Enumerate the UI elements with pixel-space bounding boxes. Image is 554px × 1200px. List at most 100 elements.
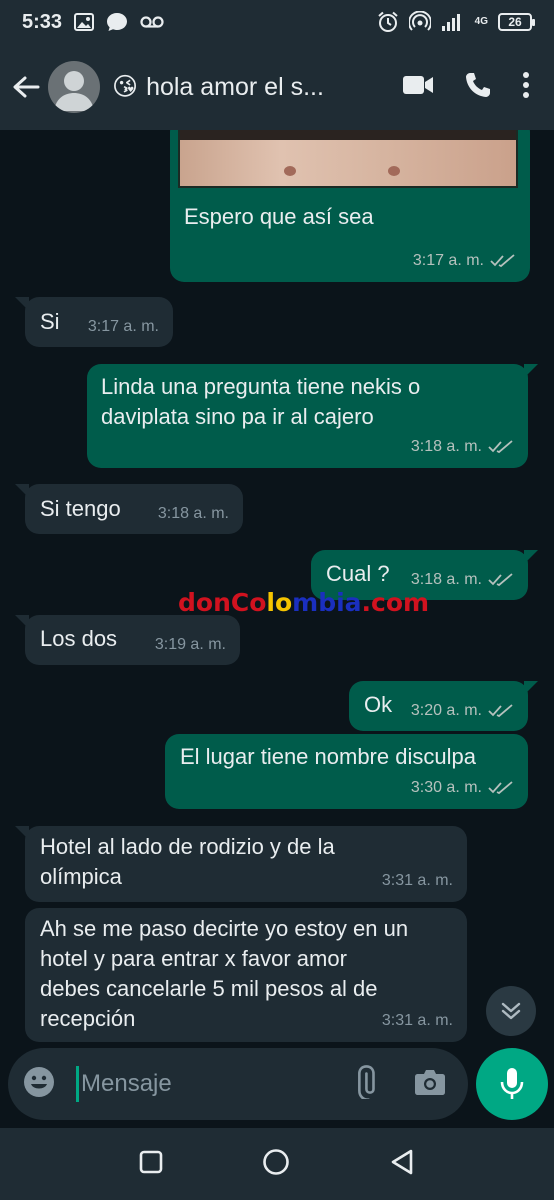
message-incoming[interactable]: Ah se me paso decirte yo estoy en un hot… — [25, 908, 467, 1042]
message-incoming[interactable]: Si 3:17 a. m. — [15, 297, 173, 347]
message-text: Ok — [364, 692, 393, 717]
message-text: Espero que así sea — [184, 204, 374, 229]
watermark: donColombia.com — [178, 588, 429, 617]
message-time: 3:17 a. m. — [412, 252, 484, 269]
message-text: Los dos — [40, 626, 118, 651]
scroll-to-bottom-button[interactable] — [486, 986, 536, 1036]
double-check-icon — [488, 704, 513, 718]
emoji-icon — [24, 1066, 54, 1097]
chat-notification-icon — [106, 12, 128, 32]
emoji-button[interactable] — [22, 1065, 56, 1104]
video-call-button[interactable] — [402, 74, 434, 101]
hotspot-icon — [408, 11, 431, 33]
double-check-icon — [488, 440, 513, 454]
status-bar: 5:33 4G 26 — [0, 0, 554, 44]
message-text: El lugar tiene nombre disculpa — [180, 744, 476, 769]
home-button[interactable] — [262, 1148, 290, 1181]
message-text-line: olímpica — [40, 864, 122, 889]
paperclip-icon — [358, 1064, 375, 1101]
message-incoming[interactable]: Hotel al lado de rodizio y de la olímpic… — [15, 826, 467, 902]
circle-icon — [263, 1148, 289, 1175]
message-meta: 3:31 a. m. — [382, 866, 453, 896]
triangle-back-icon — [391, 1149, 412, 1174]
double-check-icon — [490, 254, 515, 268]
message-text-line: recepción — [40, 1006, 136, 1031]
message-time: 3:30 a. m. — [410, 779, 482, 796]
chat-header: 😘 hola amor el s... — [0, 44, 554, 130]
message-text-line: Linda una pregunta tiene nekis o — [101, 374, 421, 399]
signal-icon — [441, 12, 465, 32]
message-meta: 3:18 a. m. — [158, 499, 229, 529]
back-button[interactable] — [10, 67, 42, 107]
system-navigation-bar — [0, 1128, 554, 1200]
battery-level: 26 — [508, 15, 522, 29]
image-attachment[interactable] — [178, 130, 518, 188]
title-emoji: 😘 — [112, 73, 139, 101]
message-text: Si tengo — [40, 496, 121, 521]
watermark-part: .com — [361, 588, 430, 617]
message-outgoing[interactable]: Ok 3:20 a. m. — [349, 681, 538, 731]
phone-icon — [466, 72, 490, 97]
voicemail-icon — [140, 15, 164, 29]
voice-message-button[interactable] — [476, 1048, 548, 1120]
text-caret — [76, 1066, 79, 1102]
message-time: 3:20 a. m. — [410, 702, 482, 719]
watermark-part: mbia — [292, 588, 362, 617]
watermark-part: lo — [266, 588, 293, 617]
avatar[interactable] — [48, 61, 100, 113]
message-text-line: daviplata sino pa ir al cajero — [101, 404, 374, 429]
message-time: 3:19 a. m. — [154, 636, 226, 653]
message-incoming[interactable]: Si tengo 3:18 a. m. — [15, 484, 243, 534]
message-incoming[interactable]: Los dos 3:19 a. m. — [15, 615, 240, 665]
message-text-line: hotel y para entrar x favor amor — [40, 946, 347, 971]
message-text: Cual ? — [326, 561, 390, 586]
message-time: 3:17 a. m. — [87, 318, 159, 335]
message-list[interactable]: Espero que así sea 3:17 a. m. Si 3:17 a.… — [0, 130, 554, 1042]
message-meta: 3:30 a. m. — [411, 773, 514, 803]
message-meta: 3:17 a. m. — [88, 312, 159, 342]
camera-button[interactable] — [414, 1068, 446, 1101]
more-vertical-icon — [523, 71, 529, 98]
message-composer: Mensaje — [8, 1048, 468, 1120]
message-meta: 3:31 a. m. — [382, 1006, 453, 1036]
video-camera-icon — [403, 75, 433, 94]
more-options-button[interactable] — [522, 71, 530, 104]
square-icon — [140, 1150, 163, 1173]
message-meta: 3:18 a. m. — [411, 432, 514, 462]
recent-apps-button[interactable] — [139, 1150, 163, 1179]
double-chevron-down-icon — [501, 1002, 521, 1020]
system-back-button[interactable] — [389, 1148, 415, 1181]
alarm-icon — [377, 11, 399, 33]
arrow-left-icon — [13, 76, 40, 98]
voice-call-button[interactable] — [464, 71, 492, 104]
message-text-line: debes cancelarle 5 mil pesos al de — [40, 976, 378, 1001]
attach-button[interactable] — [348, 1064, 382, 1104]
message-time: 3:31 a. m. — [381, 872, 453, 889]
double-check-icon — [488, 781, 513, 795]
camera-icon — [415, 1069, 445, 1095]
message-text-line: Hotel al lado de rodizio y de la — [40, 834, 335, 859]
battery-icon: 26 — [498, 13, 535, 31]
status-time: 5:33 — [22, 10, 63, 33]
watermark-part: donCo — [178, 588, 267, 617]
message-text-line: Ah se me paso decirte yo estoy en un — [40, 916, 409, 941]
message-input[interactable]: Mensaje — [76, 1066, 348, 1102]
microphone-icon — [500, 1068, 524, 1099]
message-meta: 3:19 a. m. — [155, 630, 226, 660]
message-time: 3:18 a. m. — [410, 438, 482, 455]
message-meta: 3:17 a. m. — [413, 246, 516, 276]
contact-name: hola amor el s... — [146, 72, 324, 101]
message-placeholder: Mensaje — [81, 1070, 172, 1097]
message-outgoing[interactable]: Espero que así sea 3:17 a. m. — [170, 130, 530, 282]
gallery-notification-icon — [74, 13, 95, 31]
double-check-icon — [488, 573, 513, 587]
chat-title[interactable]: 😘 hola amor el s... — [112, 72, 352, 102]
message-time: 3:31 a. m. — [381, 1012, 453, 1029]
network-type: 4G — [474, 16, 488, 27]
message-text: Si — [40, 309, 60, 334]
message-meta: 3:20 a. m. — [411, 696, 514, 726]
message-outgoing[interactable]: Linda una pregunta tiene nekis o davipla… — [87, 364, 538, 468]
default-avatar-icon — [54, 71, 94, 111]
message-time: 3:18 a. m. — [157, 505, 229, 522]
message-outgoing[interactable]: El lugar tiene nombre disculpa 3:30 a. m… — [165, 734, 528, 809]
